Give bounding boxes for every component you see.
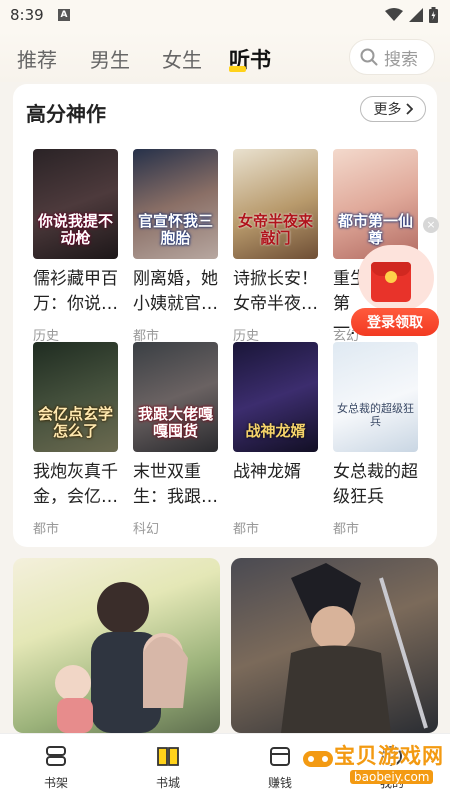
promo-close-button[interactable]: × — [423, 217, 439, 233]
book-category: 都市 — [333, 522, 360, 537]
nav-bookshelf[interactable]: 书架 — [16, 734, 96, 800]
search-label: 搜索 — [384, 49, 418, 70]
book-cover: 战神龙婿 — [233, 342, 318, 452]
cover-title: 都市第一仙尊 — [337, 212, 413, 247]
book-category: 都市 — [33, 522, 60, 537]
tab-male[interactable]: 男生 — [90, 44, 130, 73]
wifi-icon — [385, 8, 403, 21]
book-title: 诗掀长安！女帝半夜… — [233, 269, 318, 314]
banner-romance[interactable] — [13, 558, 220, 733]
more-button[interactable]: 更多 — [360, 96, 426, 122]
nav-label: 书架 — [43, 776, 68, 790]
book-cover: 女帝半夜来敲门 — [233, 149, 318, 259]
nav-bookstore[interactable]: 书城 — [128, 734, 208, 800]
book-title: 女总裁的超级狂兵 — [333, 462, 418, 507]
coin-icon — [385, 271, 397, 283]
search-icon — [360, 48, 378, 66]
book-title: 战神龙婿 — [233, 462, 301, 482]
gamepad-icon — [303, 751, 333, 767]
open-book-icon — [157, 747, 179, 766]
book-title: 儒衫藏甲百万：你说… — [33, 269, 118, 314]
cover-title: 女总裁的超级狂兵 — [337, 402, 414, 428]
cover-title: 女帝半夜来敲门 — [237, 212, 313, 247]
book-category: 科幻 — [133, 522, 160, 537]
chevron-right-icon — [405, 103, 413, 115]
book-title: 刚离婚，她小姨就官… — [133, 269, 218, 314]
book-cover: 女总裁的超级狂兵 — [333, 342, 418, 452]
watermark-text: 宝贝游戏网 — [334, 744, 444, 768]
nav-label: 书城 — [155, 776, 180, 790]
login-claim-button[interactable]: 登录领取 — [351, 308, 439, 336]
cover-title: 官宣怀我三胞胎 — [137, 212, 213, 247]
banner-fantasy[interactable] — [231, 558, 438, 733]
book-title: 我炮灰真千金，会亿… — [33, 462, 118, 507]
banner-illustration — [281, 563, 428, 733]
book-cover: 都市第一仙尊 — [333, 149, 418, 259]
book-category: 都市 — [233, 522, 260, 537]
active-tab-indicator — [229, 66, 246, 72]
cover-title: 战神龙婿 — [245, 422, 306, 440]
book-cover: 会亿点玄学怎么了 — [33, 342, 118, 452]
tab-recommend[interactable]: 推荐 — [17, 44, 57, 73]
book-title: 末世双重生：我跟… — [133, 462, 218, 507]
battery-icon — [429, 7, 438, 23]
cover-title: 你说我提不动枪 — [37, 212, 113, 247]
search-button[interactable]: 搜索 — [349, 39, 435, 75]
more-label: 更多 — [373, 102, 402, 118]
cover-title: 会亿点玄学怎么了 — [37, 405, 113, 440]
signal-icon — [409, 8, 423, 22]
section-title: 高分神作 — [26, 102, 106, 126]
cover-title: 我跟大佬嘎嘎囤货 — [137, 405, 213, 440]
status-time: 8:39 — [10, 6, 44, 24]
wallet-icon — [270, 747, 290, 766]
bookshelf-icon — [46, 746, 66, 766]
book-cover: 你说我提不动枪 — [33, 149, 118, 259]
status-bar: 8:39 A — [0, 0, 450, 30]
banner-illustration — [55, 582, 188, 733]
watermark: 宝贝游戏网 baobeiy.com — [298, 740, 448, 796]
watermark-url: baobeiy.com — [350, 770, 434, 784]
tab-female[interactable]: 女生 — [162, 44, 202, 73]
book-cover: 我跟大佬嘎嘎囤货 — [133, 342, 218, 452]
status-indicator-icon: A — [58, 9, 70, 21]
book-cover: 官宣怀我三胞胎 — [133, 149, 218, 259]
status-icons — [385, 7, 438, 23]
